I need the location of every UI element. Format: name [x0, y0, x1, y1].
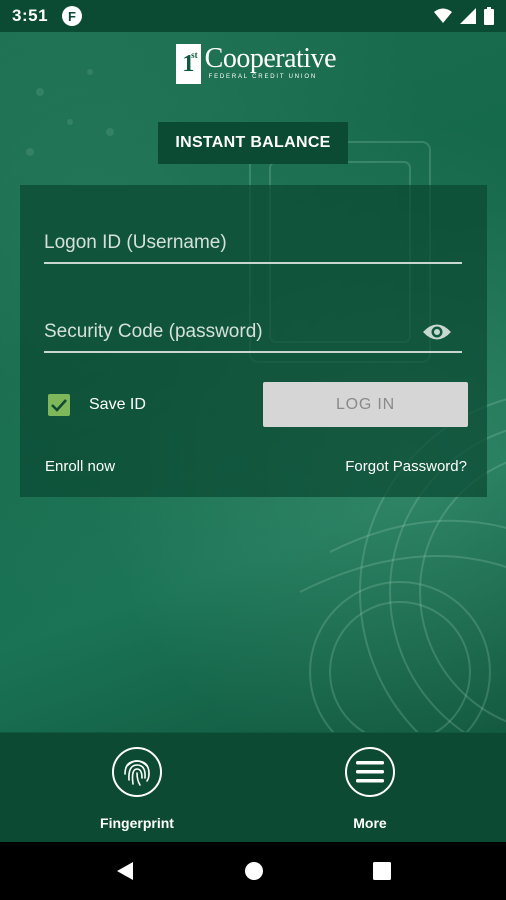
save-id-label: Save ID [89, 396, 146, 413]
bottom-action-bar: Fingerprint More [0, 733, 506, 842]
more-button[interactable]: More [310, 747, 430, 831]
enroll-now-link[interactable]: Enroll now [45, 458, 115, 475]
instant-balance-button[interactable]: INSTANT BALANCE [158, 122, 348, 164]
username-field[interactable]: Logon ID (Username) [44, 224, 462, 264]
more-circle [345, 747, 395, 797]
fingerprint-icon [124, 760, 150, 786]
credit-union-logo: 1st Cooperative FEDERAL CREDIT UNION [176, 43, 337, 88]
home-icon[interactable] [244, 861, 264, 881]
more-label: More [353, 815, 387, 831]
cellular-icon [460, 8, 476, 24]
checkmark-icon [51, 399, 67, 412]
wifi-icon [434, 8, 452, 23]
menu-icon [356, 761, 384, 783]
status-time: 3:51 [12, 6, 49, 25]
save-id-toggle[interactable]: Save ID [48, 394, 146, 416]
logo-subtitle: FEDERAL CREDIT UNION [208, 74, 317, 80]
password-field[interactable]: Security Code (password) [44, 313, 462, 353]
back-icon[interactable] [115, 861, 135, 881]
password-placeholder: Security Code (password) [44, 321, 263, 342]
forgot-password-link[interactable]: Forgot Password? [345, 458, 467, 475]
login-card: Logon ID (Username) Security Code (passw… [20, 185, 487, 497]
fingerprint-label: Fingerprint [100, 815, 174, 831]
status-icons [434, 7, 494, 25]
battery-icon [484, 7, 494, 25]
logo-name: Cooperative [204, 43, 337, 74]
login-button[interactable]: LOG IN [263, 382, 468, 427]
show-password-eye-icon[interactable] [422, 321, 452, 343]
save-id-checkbox[interactable] [48, 394, 70, 416]
fingerprint-button[interactable]: Fingerprint [77, 747, 197, 831]
recents-icon[interactable] [373, 862, 392, 880]
logo-mark: 1st [176, 44, 201, 84]
fingerprint-circle [112, 747, 162, 797]
logo-text: Cooperative FEDERAL CREDIT UNION [204, 43, 337, 81]
notification-app-icon: F [62, 6, 83, 26]
system-navigation-bar [0, 842, 506, 900]
status-bar: 3:51 F [0, 0, 506, 32]
username-placeholder: Logon ID (Username) [44, 232, 227, 253]
app-screen: 3:51 F 1st Cooperative FEDERAL CREDIT UN… [0, 0, 506, 900]
